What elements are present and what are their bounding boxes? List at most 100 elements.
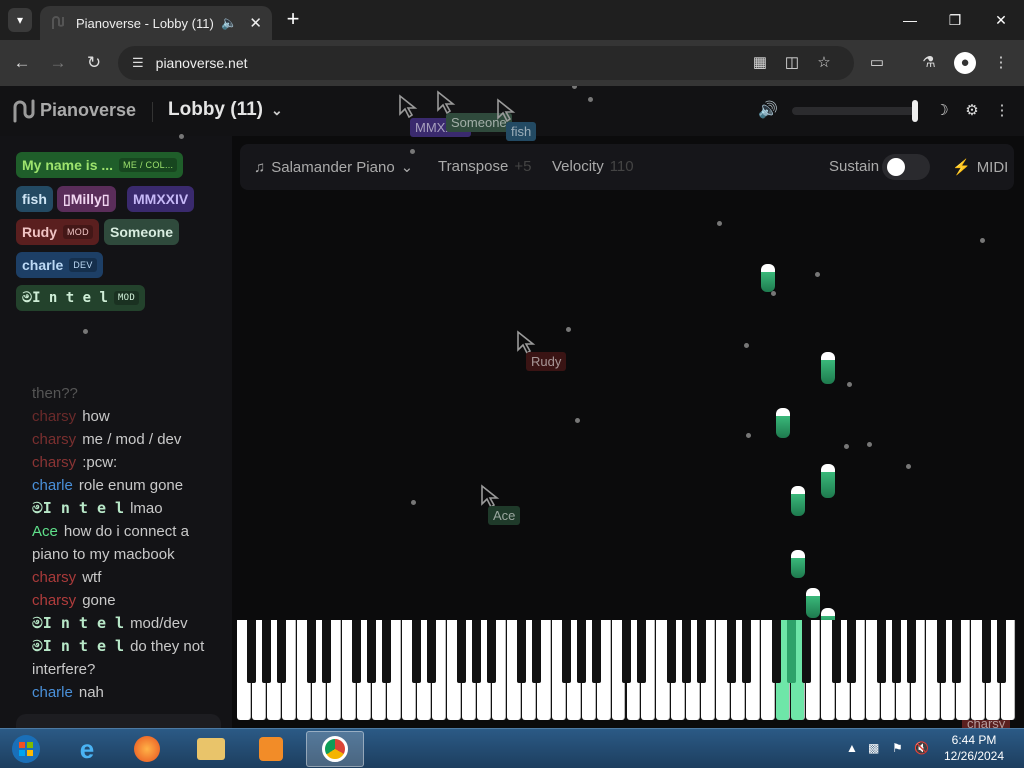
internet-explorer-icon[interactable]: e bbox=[58, 731, 116, 767]
more-kebab-icon[interactable]: ⋮ bbox=[992, 101, 1012, 121]
black-key[interactable] bbox=[951, 620, 961, 683]
browser-tab[interactable]: Pianoverse - Lobby (11) 🔈 ✕ bbox=[40, 6, 272, 40]
new-tab-button[interactable]: + bbox=[282, 8, 304, 30]
black-key[interactable] bbox=[801, 620, 811, 683]
transpose-control[interactable]: Transpose +5 bbox=[438, 158, 531, 175]
minimize-button[interactable]: — bbox=[898, 8, 922, 32]
firefox-icon[interactable] bbox=[118, 731, 176, 767]
black-key[interactable] bbox=[666, 620, 676, 683]
dark-mode-moon-icon[interactable]: ☽ bbox=[932, 101, 952, 121]
network-icon[interactable]: ▩ bbox=[868, 741, 879, 755]
black-key[interactable] bbox=[786, 620, 796, 683]
black-key[interactable] bbox=[741, 620, 751, 683]
settings-gear-icon[interactable]: ⚙ bbox=[962, 101, 982, 121]
black-key[interactable] bbox=[262, 620, 272, 683]
chat-author[interactable]: charle bbox=[32, 477, 73, 494]
action-center-flag-icon[interactable]: ⚑ bbox=[892, 741, 903, 755]
chat-author[interactable]: charsy bbox=[32, 408, 76, 425]
volume-icon[interactable]: 🔊 bbox=[758, 100, 780, 122]
black-key[interactable] bbox=[577, 620, 587, 683]
black-key[interactable] bbox=[517, 620, 527, 683]
black-key[interactable] bbox=[846, 620, 856, 683]
black-key[interactable] bbox=[831, 620, 841, 683]
labs-flask-icon[interactable]: ⚗ bbox=[918, 52, 940, 74]
user-badge[interactable]: ▯Milly▯ bbox=[57, 186, 116, 212]
black-key[interactable] bbox=[487, 620, 497, 683]
black-key[interactable] bbox=[681, 620, 691, 683]
black-key[interactable] bbox=[696, 620, 706, 683]
chat-author[interactable]: charsy bbox=[32, 592, 76, 609]
restore-button[interactable]: ❐ bbox=[943, 8, 967, 32]
black-key[interactable] bbox=[996, 620, 1006, 683]
black-key[interactable] bbox=[532, 620, 542, 683]
midi-button[interactable]: ⚡ MIDI bbox=[952, 158, 1008, 177]
chat-author[interactable]: charsy bbox=[32, 454, 76, 471]
chat-author[interactable]: මI n t e l bbox=[32, 637, 124, 655]
bookmark-star-icon[interactable]: ☆ bbox=[814, 53, 834, 73]
volume-slider[interactable] bbox=[792, 107, 916, 115]
user-badge-me[interactable]: My name is ... ME / COL... bbox=[16, 152, 184, 178]
user-badge[interactable]: මI n t e l MOD bbox=[16, 285, 146, 311]
media-player-icon[interactable] bbox=[242, 731, 300, 767]
user-badge[interactable]: MMXXIV bbox=[127, 186, 195, 212]
black-key[interactable] bbox=[367, 620, 377, 683]
black-key[interactable] bbox=[906, 620, 916, 683]
sustain-toggle[interactable] bbox=[882, 154, 930, 180]
instrument-selector[interactable]: ♫ Salamander Piano ⌄ bbox=[254, 158, 413, 177]
reading-mode-icon[interactable]: ▦ bbox=[750, 53, 770, 73]
velocity-control[interactable]: Velocity 110 bbox=[552, 158, 634, 175]
black-key[interactable] bbox=[876, 620, 886, 683]
speaker-icon[interactable]: 🔈 bbox=[221, 15, 237, 31]
chrome-taskbar-button[interactable] bbox=[306, 731, 364, 767]
start-button[interactable] bbox=[0, 731, 52, 767]
black-key[interactable] bbox=[472, 620, 482, 683]
black-key[interactable] bbox=[936, 620, 946, 683]
black-key[interactable] bbox=[562, 620, 572, 683]
chat-author[interactable]: charsy bbox=[32, 569, 76, 586]
file-explorer-icon[interactable] bbox=[182, 731, 240, 767]
black-key[interactable] bbox=[726, 620, 736, 683]
chat-author[interactable]: මI n t e l bbox=[32, 614, 124, 632]
close-tab-icon[interactable]: ✕ bbox=[249, 14, 262, 32]
chat-author[interactable]: මI n t e l bbox=[32, 499, 124, 517]
black-key[interactable] bbox=[277, 620, 287, 683]
install-app-icon[interactable]: ◫ bbox=[782, 53, 802, 73]
forward-button[interactable]: → bbox=[46, 51, 70, 75]
menu-kebab-icon[interactable]: ⋮ bbox=[990, 52, 1012, 74]
tab-search-button[interactable]: ▾ bbox=[8, 8, 32, 32]
profile-avatar-icon[interactable]: ● bbox=[954, 52, 976, 74]
show-hidden-icons-icon[interactable]: ▲ bbox=[846, 741, 858, 755]
chat-author[interactable]: then?? bbox=[32, 385, 78, 402]
black-key[interactable] bbox=[322, 620, 332, 683]
user-badge[interactable]: charle DEV bbox=[16, 252, 103, 278]
black-key[interactable] bbox=[457, 620, 467, 683]
black-key[interactable] bbox=[247, 620, 257, 683]
black-key[interactable] bbox=[636, 620, 646, 683]
reload-button[interactable]: ↻ bbox=[82, 51, 106, 75]
chat-author[interactable]: charsy bbox=[32, 431, 76, 448]
volume-muted-icon[interactable]: 🔇 bbox=[914, 741, 929, 755]
back-button[interactable]: ← bbox=[10, 51, 34, 75]
user-badge[interactable]: fish bbox=[16, 186, 53, 212]
black-key[interactable] bbox=[592, 620, 602, 683]
black-key[interactable] bbox=[352, 620, 362, 683]
black-key[interactable] bbox=[771, 620, 781, 683]
black-key[interactable] bbox=[891, 620, 901, 683]
site-info-icon[interactable]: ☰ bbox=[132, 55, 144, 71]
extensions-icon[interactable]: ▭ bbox=[866, 52, 888, 74]
black-key[interactable] bbox=[412, 620, 422, 683]
black-key[interactable] bbox=[382, 620, 392, 683]
chat-author[interactable]: Ace bbox=[32, 523, 58, 540]
black-key[interactable] bbox=[427, 620, 437, 683]
user-badge[interactable]: Someone bbox=[104, 219, 180, 245]
room-selector[interactable]: Lobby (11) ⌄ bbox=[168, 99, 283, 121]
black-key[interactable] bbox=[622, 620, 631, 683]
user-badge[interactable]: Rudy MOD bbox=[16, 219, 99, 245]
chat-author[interactable]: charle bbox=[32, 684, 73, 701]
black-key[interactable] bbox=[981, 620, 991, 683]
black-key[interactable] bbox=[307, 620, 317, 683]
address-bar[interactable]: ☰ pianoverse.net ▦ ◫ ☆ bbox=[118, 46, 854, 80]
close-window-button[interactable]: ✕ bbox=[989, 8, 1013, 32]
volume-slider-thumb[interactable] bbox=[912, 100, 918, 122]
system-clock[interactable]: 6:44 PM 12/26/2024 bbox=[934, 732, 1014, 764]
